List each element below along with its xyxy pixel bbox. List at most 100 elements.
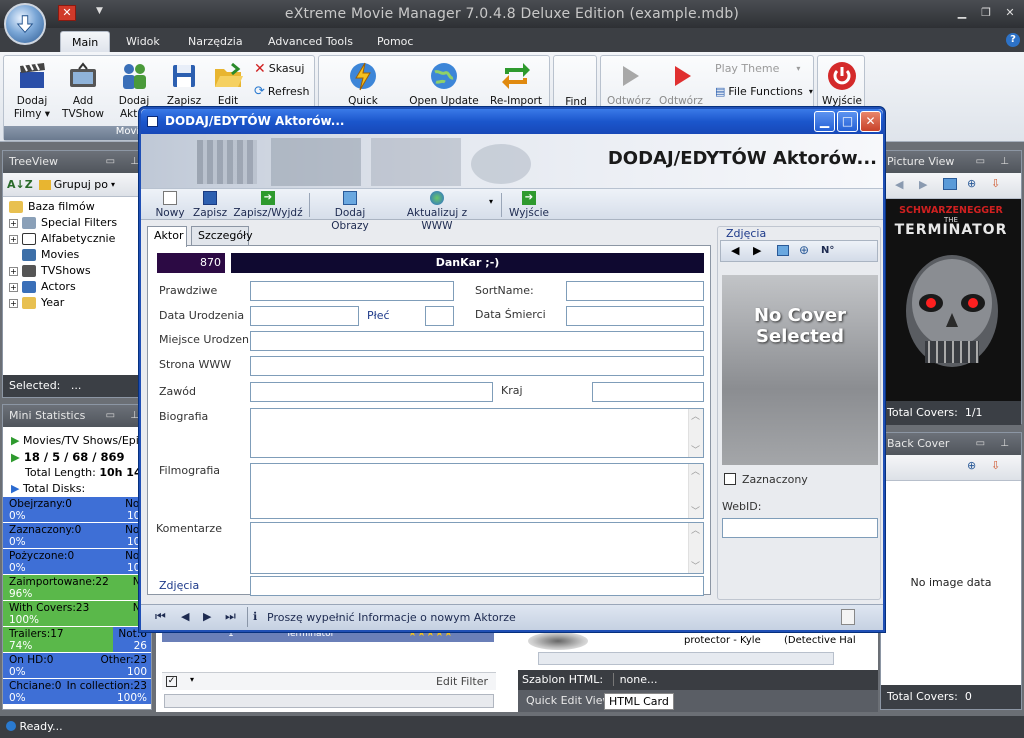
image-icon[interactable] — [943, 178, 957, 190]
file-functions-label: File Functions — [728, 85, 803, 98]
open-update-button[interactable]: Open Update — [407, 60, 481, 108]
horizontal-scrollbar[interactable] — [164, 694, 494, 708]
first-record-icon[interactable]: ⏮ — [155, 609, 166, 624]
panel-pin-icon[interactable]: ▭ ⊥ — [976, 151, 1015, 173]
add-image-icon[interactable]: ⊕ — [967, 459, 976, 472]
import-image-icon[interactable]: ⇩ — [991, 177, 1000, 190]
aktualizuj-dropdown-icon[interactable]: ▾ — [489, 197, 493, 206]
stat-bar-text: 0% — [9, 666, 26, 678]
stat-total-length: Total Length: 10h 14m — [3, 465, 151, 481]
minimize-icon[interactable]: ▁ — [952, 6, 972, 20]
group-by-button[interactable]: Grupuj po ▾ — [38, 178, 115, 191]
tree-item-baza[interactable]: Baza filmów — [9, 199, 151, 215]
kraj-input[interactable] — [592, 382, 704, 402]
edit-filter-label[interactable]: Edit Filter — [436, 675, 488, 688]
last-record-icon[interactable]: ⏭ — [225, 609, 236, 624]
komentarze-textarea[interactable] — [250, 522, 704, 574]
expand-icon[interactable]: + — [9, 218, 18, 228]
dialog-wyjscie-button[interactable]: ➔ Wyjście — [507, 191, 551, 220]
add-photo-icon[interactable]: ⊕ — [799, 243, 809, 257]
filmografia-textarea[interactable] — [250, 463, 704, 519]
biografia-textarea[interactable] — [250, 408, 704, 458]
prev-record-icon[interactable]: ◀ — [181, 610, 189, 623]
next-record-icon[interactable]: ▶ — [203, 610, 211, 623]
tab-quick-edit[interactable]: Quick Edit View — [522, 693, 616, 708]
zaznaczony-checkbox[interactable] — [724, 473, 736, 485]
tree-item-tvshows[interactable]: + TVShows — [9, 263, 151, 279]
help-icon[interactable]: ? — [1006, 33, 1020, 47]
dialog-zapisz-button[interactable]: Zapisz — [193, 191, 227, 220]
folder-icon — [9, 201, 23, 213]
szablon-value[interactable]: none... — [612, 673, 658, 686]
globe-icon — [430, 191, 444, 205]
prev-icon[interactable]: ◀ — [895, 178, 903, 191]
tab-main[interactable]: Main — [60, 31, 111, 52]
restore-icon[interactable]: ❐ — [976, 6, 996, 20]
tab-szczegoly[interactable]: Szczegóły — [191, 226, 253, 246]
skasuj-button[interactable]: ✕ Skasuj — [254, 60, 304, 78]
import-image-icon[interactable]: ⇩ — [991, 459, 1000, 472]
zawod-input[interactable] — [250, 382, 493, 402]
tree-item-alfabetycznie[interactable]: + Alfabetycznie — [9, 231, 151, 247]
prev-photo-icon[interactable]: ◀ — [731, 244, 739, 257]
expand-icon[interactable]: + — [9, 234, 18, 244]
stat-bar-text: 100% — [9, 614, 40, 626]
tree-item-movies[interactable]: Movies — [9, 247, 151, 263]
expand-icon[interactable]: + — [9, 266, 18, 276]
filter-dropdown-icon[interactable]: ▾ — [190, 675, 194, 684]
review-scrollbar[interactable] — [538, 652, 834, 665]
tree-label: Movies — [41, 248, 80, 261]
tab-html-card[interactable]: HTML Card — [604, 693, 674, 710]
plec-input[interactable] — [425, 306, 454, 326]
quick-access-dropdown-icon[interactable]: ▼ — [96, 6, 103, 16]
nowy-button[interactable]: Nowy — [153, 191, 187, 220]
tree-item-actors[interactable]: + Actors — [9, 279, 151, 295]
expand-icon[interactable]: + — [9, 282, 18, 292]
tree-item-year[interactable]: + Year — [9, 295, 151, 311]
add-tvshow-button[interactable]: Add TVShow — [52, 60, 114, 121]
aktualizuj-www-button[interactable]: Aktualizuj z WWW — [391, 191, 483, 233]
tab-aktor[interactable]: Aktor — [147, 226, 187, 247]
add-image-icon[interactable]: ⊕ — [967, 177, 976, 190]
zapisz-wyjdz-button[interactable]: ➔ Zapisz/Wyjdź — [233, 191, 303, 220]
filter-checkbox[interactable]: ✓ — [166, 676, 177, 687]
expand-icon[interactable]: + — [9, 298, 18, 308]
image-icon[interactable] — [777, 245, 789, 256]
odtworz-button-2[interactable]: Odtwórz — [653, 60, 709, 108]
tab-narzedzia[interactable]: Narzędzia — [177, 31, 254, 52]
next-photo-icon[interactable]: ▶ — [753, 244, 761, 257]
tab-widok[interactable]: Widok — [115, 31, 171, 52]
zdjecia-input[interactable] — [250, 576, 704, 596]
sort-az-icon[interactable]: A↓Z — [7, 178, 33, 191]
odtworz-button-1[interactable]: Odtwórz — [601, 60, 657, 108]
data-urodzenia-input[interactable] — [250, 306, 359, 326]
tree-item-special-filters[interactable]: + Special Filters — [9, 215, 151, 231]
wyjscie-button[interactable]: Wyjście — [814, 60, 870, 108]
re-import-button[interactable]: Re-Import — [483, 60, 549, 108]
close-icon[interactable]: ✕ — [1000, 6, 1020, 20]
strona-www-input[interactable] — [250, 356, 704, 376]
info-icon: ℹ — [253, 610, 258, 623]
edit-button[interactable]: Edit — [200, 60, 256, 108]
textarea-scrollbar[interactable] — [688, 409, 703, 457]
textarea-scrollbar[interactable] — [688, 523, 703, 573]
dialog-maximize-icon[interactable]: □ — [837, 111, 858, 132]
miejsce-urodzenia-input[interactable] — [250, 331, 704, 351]
panel-pin-icon[interactable]: ▭ ⊥ — [976, 433, 1015, 455]
dodaj-obrazy-button[interactable]: Dodaj Obrazy — [315, 191, 385, 233]
webid-input[interactable] — [722, 518, 878, 538]
app-menu-button[interactable] — [4, 3, 46, 45]
file-functions-button[interactable]: ▤ File Functions ▾ — [715, 83, 813, 101]
dialog-close-icon[interactable]: ✕ — [860, 111, 881, 132]
next-icon[interactable]: ▶ — [919, 178, 927, 191]
tab-advanced-tools[interactable]: Advanced Tools — [257, 31, 364, 52]
textarea-scrollbar[interactable] — [688, 464, 703, 518]
prawdziwe-input[interactable] — [250, 281, 454, 301]
data-smierci-input[interactable] — [566, 306, 704, 326]
dialog-minimize-icon[interactable]: ▁ — [814, 111, 835, 132]
tab-pomoc[interactable]: Pomoc — [366, 31, 424, 52]
refresh-button[interactable]: ⟳ Refresh — [254, 83, 309, 101]
play-theme-button[interactable]: Play Theme ▾ — [715, 60, 800, 78]
quick-access-close-icon[interactable]: ✕ — [58, 5, 76, 21]
sortname-input[interactable] — [566, 281, 704, 301]
